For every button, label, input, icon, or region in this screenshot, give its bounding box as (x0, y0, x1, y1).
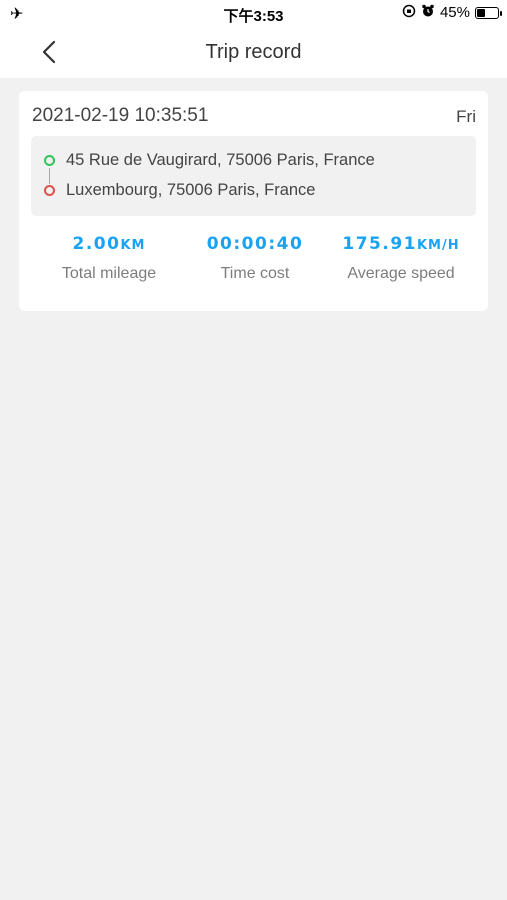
battery-icon (475, 6, 502, 19)
stat-speed: 175.91KM/H Average speed (321, 231, 481, 283)
speed-unit: KM/H (416, 238, 460, 253)
battery-percent: 45% (439, 4, 470, 21)
speed-number: 175.91 (342, 234, 417, 254)
stat-time: 00:00:40 Time cost (177, 231, 333, 283)
trip-stats: 2.00KM Total mileage 00:00:40 Time cost … (19, 231, 488, 301)
route-box: 45 Rue de Vaugirard, 75006 Paris, France… (31, 136, 476, 216)
speed-value: 175.91KM/H (321, 231, 481, 257)
trip-card[interactable]: 2021-02-19 10:35:51 Fri 45 Rue de Vaugir… (19, 91, 488, 311)
trip-datetime: 2021-02-19 10:35:51 (32, 105, 209, 126)
page-title: Trip record (205, 41, 302, 63)
route-end: Luxembourg, 75006 Paris, France (31, 179, 476, 203)
stat-mileage: 2.00KM Total mileage (31, 231, 187, 283)
end-address: Luxembourg, 75006 Paris, France (66, 181, 316, 199)
speed-label: Average speed (347, 265, 455, 282)
status-bar: ✈ 下午3:53 45% (0, 0, 507, 28)
battery-tip (500, 10, 502, 16)
start-point-icon (44, 155, 55, 166)
start-address: 45 Rue de Vaugirard, 75006 Paris, France (66, 151, 375, 169)
status-right: 45% (402, 4, 502, 21)
mileage-number: 2.00 (72, 234, 121, 254)
mileage-unit: KM (120, 238, 146, 253)
trip-weekday: Fri (456, 107, 476, 126)
end-point-icon (44, 185, 55, 196)
mileage-label: Total mileage (61, 265, 157, 282)
nav-bar: Trip record (0, 28, 507, 78)
battery-fill (477, 8, 486, 17)
time-value: 00:00:40 (206, 234, 304, 254)
route-start: 45 Rue de Vaugirard, 75006 Paris, France (31, 149, 476, 173)
alarm-icon (421, 4, 435, 21)
rotation-lock-icon (402, 4, 416, 21)
mileage-value: 2.00KM (31, 231, 187, 257)
time-label: Time cost (220, 265, 290, 282)
